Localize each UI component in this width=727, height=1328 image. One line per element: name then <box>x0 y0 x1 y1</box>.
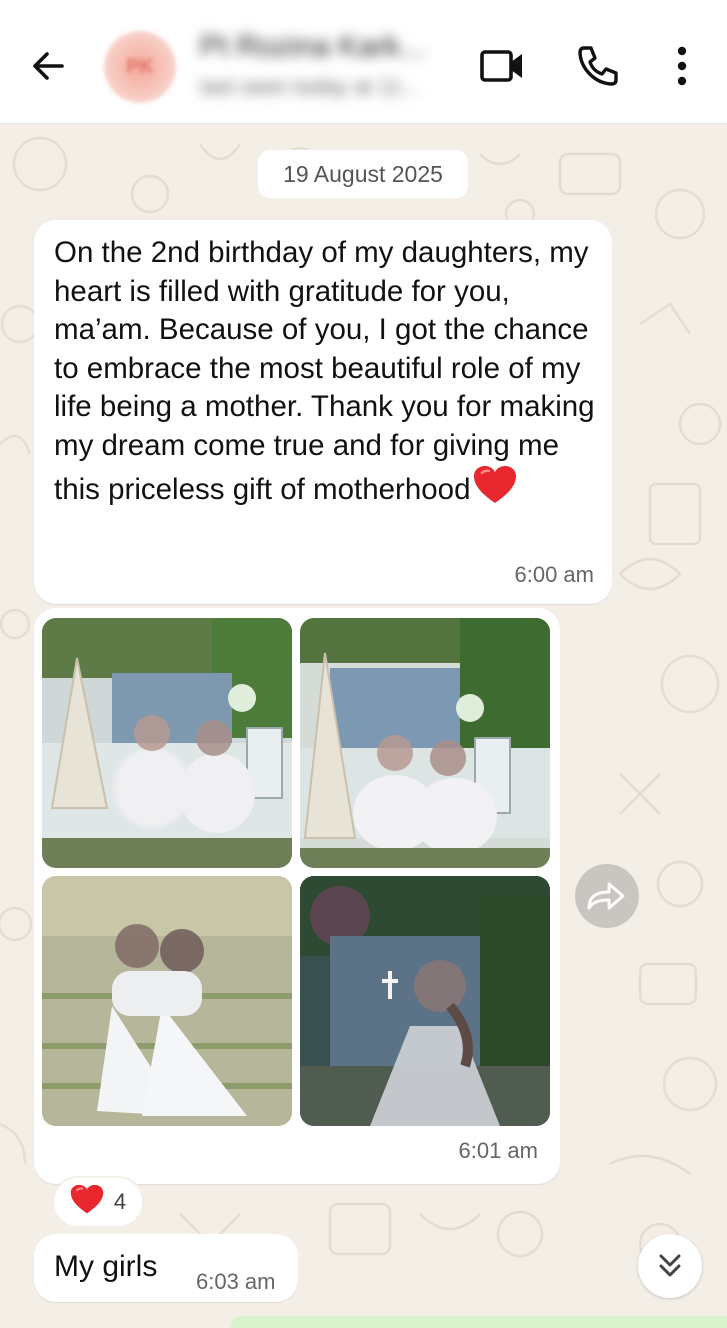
message-time: 6:01 am <box>458 1138 539 1163</box>
arrow-left-icon <box>33 52 64 80</box>
back-button[interactable] <box>26 44 70 88</box>
more-vertical-icon <box>677 46 687 86</box>
chat-header: PK Pt Rozina Kark... last seen today at … <box>0 0 727 124</box>
red-heart-emoji <box>70 1184 104 1220</box>
reaction-badge[interactable]: 4 <box>52 1176 144 1228</box>
more-options-button[interactable] <box>664 42 700 90</box>
voice-call-button[interactable] <box>574 42 622 90</box>
video-call-button[interactable] <box>478 45 526 87</box>
scroll-to-bottom-button[interactable] <box>638 1234 702 1298</box>
message-text: On the 2nd birthday of my daughters, my … <box>54 234 599 516</box>
phone-icon <box>578 46 618 86</box>
album-photo[interactable] <box>300 618 550 868</box>
video-camera-icon <box>480 50 522 82</box>
message-time: 6:00 am <box>514 562 595 587</box>
reaction-count: 4 <box>113 1189 127 1214</box>
avatar-initials: PK <box>126 55 154 78</box>
chevrons-down-icon <box>659 1254 681 1277</box>
outgoing-message-edge <box>230 1316 727 1328</box>
avatar[interactable]: PK <box>104 31 176 103</box>
message-bubble[interactable]: On the 2nd birthday of my daughters, my … <box>34 220 612 604</box>
message-bubble[interactable]: My girls 6:03 am <box>34 1234 298 1302</box>
album-photo[interactable] <box>300 876 550 1126</box>
album-photo[interactable] <box>42 618 292 868</box>
forward-button[interactable] <box>575 864 639 928</box>
contact-status: last seen today at 11... <box>200 74 420 99</box>
forward-icon <box>587 882 625 910</box>
album-photo[interactable] <box>42 876 292 1126</box>
photo-album-bubble[interactable]: 6:01 am <box>34 608 560 1184</box>
contact-name[interactable]: Pt Rozina Kark... <box>200 30 425 64</box>
message-time: 6:03 am <box>196 1269 276 1294</box>
message-text: My girls <box>54 1250 158 1283</box>
date-separator: 19 August 2025 <box>258 150 468 198</box>
red-heart-emoji <box>473 465 517 516</box>
